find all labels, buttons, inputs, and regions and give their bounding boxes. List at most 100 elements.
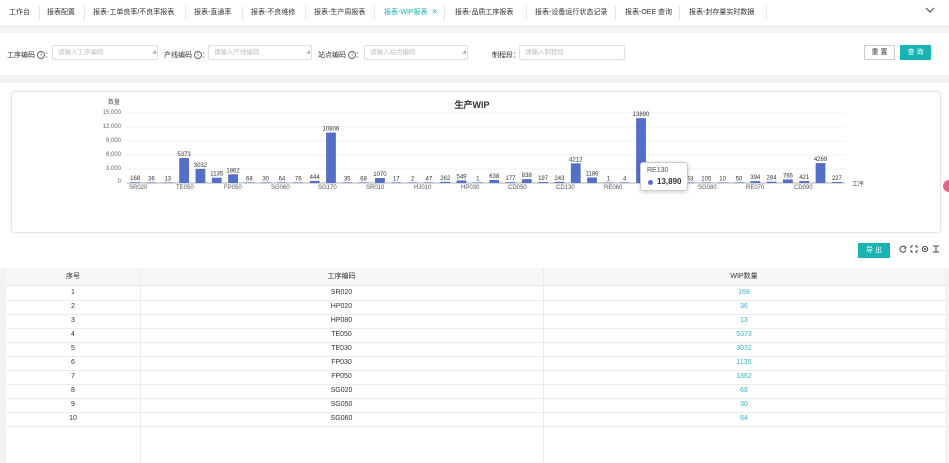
cell-wip-qty[interactable]: 30 <box>543 398 945 412</box>
cell-index: 7 <box>71 373 75 380</box>
cell-wip-qty[interactable]: 64 <box>543 412 945 426</box>
cell-index: 4 <box>71 331 75 338</box>
label-text: 工序编码 <box>7 52 35 59</box>
cell-wip-qty[interactable]: 1135 <box>543 356 945 370</box>
cell-process-code: SR020 <box>330 289 353 296</box>
tab-weekly-report[interactable]: 报表-生产周报表 <box>314 0 365 26</box>
cell-wip-qty[interactable]: 3032 <box>543 342 945 356</box>
tab-label: 报表-OEE 查询 <box>625 9 673 16</box>
table-row[interactable]: 5 TE030 3032 <box>6 342 945 357</box>
floating-side-handle[interactable] <box>943 180 949 192</box>
resize-handle-icon[interactable]: ◢ <box>306 46 310 59</box>
line-code-label: 产线编码 i： <box>164 51 209 60</box>
x-tick-label: TE050 <box>176 185 194 191</box>
cell-index: 8 <box>71 387 75 394</box>
table-row[interactable]: 7 FP050 1862 <box>6 370 945 385</box>
cell-index: 5 <box>71 345 75 352</box>
tab-divider <box>444 6 445 20</box>
series-dot-icon <box>648 180 653 185</box>
info-icon[interactable]: i <box>194 51 202 60</box>
tab-divider <box>766 6 767 20</box>
refresh-icon[interactable] <box>899 245 907 255</box>
tab-workbench[interactable]: 工作台 <box>9 0 30 26</box>
table-row[interactable]: 1 SR020 168 <box>6 286 945 301</box>
info-icon[interactable]: i <box>348 51 356 60</box>
y-tick-label: 3,000 <box>105 166 121 172</box>
tab-repair-report[interactable]: 报表-不良维修 <box>251 0 295 26</box>
process-segment-input[interactable]: 请输入制程段 <box>519 45 625 60</box>
y-tick-label: 15,000 <box>102 110 121 116</box>
table-row[interactable]: 8 SG020 68 <box>6 384 945 399</box>
fullscreen-icon[interactable] <box>910 245 918 255</box>
query-button[interactable]: 查 询 <box>900 45 931 60</box>
table-row[interactable]: 3 HP080 13 <box>6 314 945 329</box>
resize-handle-icon[interactable]: ◢ <box>462 46 466 59</box>
tab-label: 报表-不良维修 <box>251 9 296 16</box>
col-header-wip-qty[interactable]: WIP数量 <box>543 268 945 285</box>
cell-wip-qty[interactable]: 36 <box>543 300 945 314</box>
tab-label: 报表-封存量实时数据 <box>689 9 755 16</box>
table-row[interactable]: 6 FP030 1135 <box>6 356 945 371</box>
tab-divider <box>305 6 306 20</box>
placeholder-text: 请输入产线编码 <box>214 49 260 56</box>
tab-oee-query[interactable]: 报表-OEE 查询 <box>625 0 672 26</box>
reset-button[interactable]: 重 置 <box>864 45 895 60</box>
table-row[interactable]: 4 TE050 5373 <box>6 328 945 343</box>
tab-divider <box>185 6 186 20</box>
x-tick-label: SG060 <box>271 185 290 191</box>
cell-process-code: SG050 <box>330 401 353 408</box>
label-text: 产线编码 <box>164 52 192 59</box>
chart-y-axis-label: 数量 <box>108 100 121 106</box>
cell-wip-qty[interactable]: 168 <box>543 286 945 300</box>
tooltip-value: 13,890 <box>657 177 682 186</box>
y-tick-label: 12,000 <box>102 124 121 130</box>
col-header-process-code[interactable]: 工序编码 <box>140 268 543 285</box>
cell-index: 10 <box>69 415 77 422</box>
cell-process-code: SG020 <box>330 387 353 394</box>
table-row[interactable]: 9 SG050 30 <box>6 398 945 413</box>
tab-bar: 工作台 报表配置 报表-工单良率/不良率报表 报表-直通率 报表-不良维修 报表… <box>0 0 949 27</box>
info-icon[interactable]: i <box>37 51 45 60</box>
station-code-label: 站点编码 i： <box>318 51 363 60</box>
tab-label: 报表-工单良率/不良率报表 <box>93 9 175 16</box>
cell-wip-qty[interactable]: 13 <box>543 314 945 328</box>
column-icon[interactable] <box>932 245 940 255</box>
x-tick-label: SR020 <box>129 185 148 191</box>
export-button[interactable]: 导 出 <box>858 243 890 258</box>
settings-icon[interactable] <box>921 245 929 255</box>
tab-label: 报表-生产周报表 <box>314 9 366 16</box>
table-row[interactable]: 2 HP020 36 <box>6 300 945 315</box>
tab-fpy-report[interactable]: 报表-直通率 <box>194 0 231 26</box>
chart-x-axis-label: 工序 <box>852 182 865 188</box>
x-tick-label: CD050 <box>508 185 527 191</box>
cell-index: 3 <box>71 317 75 324</box>
resize-handle-icon[interactable]: ◢ <box>152 46 156 59</box>
table-row[interactable]: 10 SG060 64 <box>6 412 945 427</box>
tab-label: 报表-品质工序报表 <box>455 9 514 16</box>
col-header-index[interactable]: 序号 <box>6 268 140 285</box>
cell-wip-qty[interactable]: 1862 <box>543 370 945 384</box>
cell-wip-qty[interactable]: 5373 <box>543 328 945 342</box>
tab-wip-report[interactable]: 报表-WIP报表 ✕ <box>384 0 437 26</box>
cell-process-code: TE050 <box>331 331 352 338</box>
close-icon[interactable]: ✕ <box>432 9 438 16</box>
process-code-input[interactable]: 请输入工序编码 ◢ <box>52 45 158 60</box>
cell-process-code: FP030 <box>331 359 352 366</box>
tab-report-config[interactable]: 报表配置 <box>47 0 75 26</box>
label-text: 站点编码 <box>318 52 346 59</box>
tab-yield-report[interactable]: 报表-工单良率/不良率报表 <box>93 0 174 26</box>
tab-divider <box>615 6 616 20</box>
tab-divider <box>374 6 375 20</box>
tab-sealed-stock[interactable]: 报表-封存量实时数据 <box>689 0 754 26</box>
cell-process-code: HP080 <box>330 317 353 324</box>
chart-card <box>11 91 941 233</box>
table-header: 序号 工序编码 WIP数量 <box>6 268 945 286</box>
chevron-down-icon[interactable] <box>925 6 935 16</box>
tab-equipment-status[interactable]: 报表-设备运行状态记录 <box>535 0 607 26</box>
tab-quality-process-report[interactable]: 报表-品质工序报表 <box>455 0 513 26</box>
line-code-input[interactable]: 请输入产线编码 ◢ <box>208 45 312 60</box>
tab-label: 报表配置 <box>47 9 75 16</box>
station-code-input[interactable]: 请输入站点编码 ◢ <box>364 45 468 60</box>
cell-index: 1 <box>71 289 75 296</box>
cell-wip-qty[interactable]: 68 <box>543 384 945 398</box>
